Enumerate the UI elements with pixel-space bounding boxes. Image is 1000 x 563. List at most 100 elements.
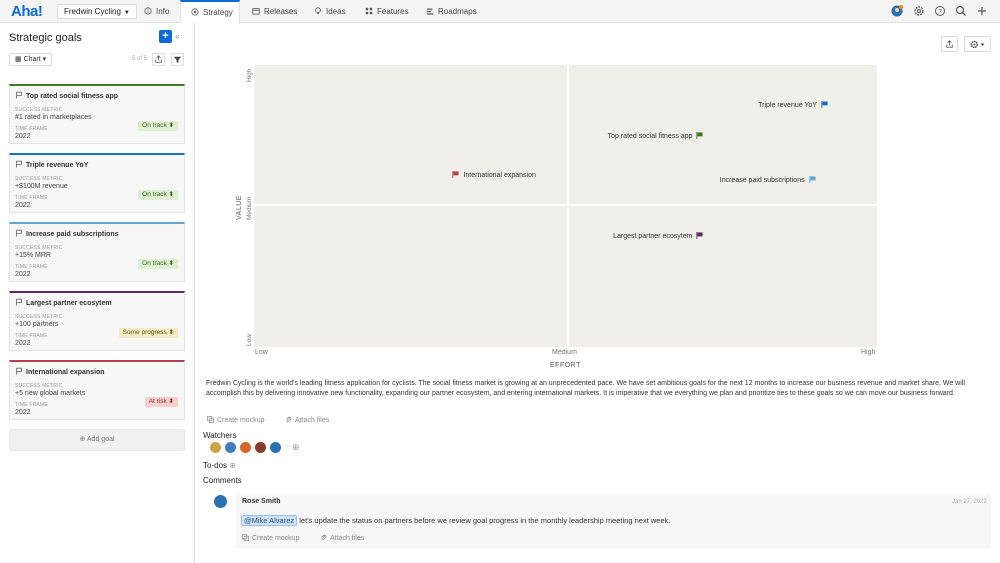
tab-features[interactable]: Features [365, 0, 409, 23]
chart-point-label: International expansion [463, 172, 536, 180]
goal-metric: +100 partners [15, 321, 59, 328]
collapse-icon[interactable]: « [175, 31, 180, 41]
goal-metric: #1 rated in marketplaces [15, 114, 92, 121]
workspace-selector[interactable]: Fredwin Cycling ▼ [57, 4, 137, 19]
mockup-icon [242, 534, 249, 541]
x-tick-high: High [861, 349, 876, 356]
tab-label: Strategy [203, 8, 233, 17]
flag-icon [809, 175, 816, 183]
tab-info[interactable]: Info [144, 0, 169, 23]
more-watchers[interactable]: ··· [284, 443, 291, 450]
goals-sidebar: Strategic goals + « ▦ Chart ▾ 5 of 5 Top… [0, 23, 195, 563]
status-badge[interactable]: Some progress ⬍ [118, 328, 178, 338]
goal-timeframe: 2022 [15, 133, 31, 140]
chart-point[interactable]: Top rated social fitness app [607, 131, 704, 140]
tab-releases[interactable]: Releases [252, 0, 297, 23]
chart-view-icon: ▦ [15, 56, 22, 63]
share-button[interactable] [941, 36, 958, 52]
watcher-avatar[interactable] [270, 442, 281, 453]
flag-icon [16, 298, 22, 306]
gear-icon [970, 40, 985, 49]
y-tick-high: High [246, 68, 253, 82]
paperclip-icon [321, 534, 327, 541]
watcher-avatar[interactable] [225, 442, 236, 453]
x-tick-medium: Medium [552, 349, 577, 356]
tab-ideas[interactable]: Ideas [314, 0, 346, 23]
aha-logo[interactable]: Aha! [11, 3, 43, 20]
info-icon [144, 7, 152, 15]
chart-point[interactable]: Largest partner ecosytem [613, 232, 704, 240]
comment-text: let's update the status on partners befo… [299, 516, 671, 525]
tab-strategy[interactable]: Strategy [180, 0, 240, 24]
tab-label: Ideas [326, 7, 346, 16]
user-avatar-icon[interactable] [891, 5, 903, 17]
flag-icon [452, 171, 460, 179]
export-button[interactable] [152, 53, 165, 66]
plus-icon[interactable] [976, 5, 988, 17]
attach-files-link[interactable]: Attach files [285, 416, 329, 424]
goal-name: Top rated social fitness app [26, 93, 119, 100]
strategy-description[interactable]: Fredwin Cycling is the world's leading f… [206, 379, 991, 399]
goal-count: 5 of 5 [132, 56, 148, 62]
comment-body[interactable]: @Mike Alvarez let's update the status on… [241, 515, 670, 526]
y-tick-low: Low [246, 334, 253, 346]
commenter-avatar [214, 495, 227, 508]
comment-attach-files-link[interactable]: Attach files [320, 534, 364, 542]
status-badge[interactable]: On track ⬍ [138, 259, 178, 269]
timeframe-label: TIME FRAME [15, 195, 48, 201]
goal-card[interactable]: Largest partner ecosytem SUCCESS METRIC … [9, 291, 185, 351]
flag-icon [16, 160, 22, 168]
goal-card[interactable]: International expansion SUCCESS METRIC +… [9, 360, 185, 420]
add-watcher-icon[interactable]: ⊕ [292, 442, 300, 453]
flag-icon [696, 131, 704, 139]
status-badge[interactable]: On track ⬍ [138, 190, 178, 200]
roadmap-icon [426, 8, 434, 15]
plot-divider-vertical [567, 65, 569, 347]
status-badge[interactable]: On track ⬍ [138, 121, 178, 131]
chart-point[interactable]: International expansion [452, 171, 536, 180]
create-mockup-link[interactable]: Create mockup [207, 416, 264, 424]
help-icon[interactable]: ? [934, 5, 946, 17]
goal-card[interactable]: Increase paid subscriptions SUCCESS METR… [9, 222, 185, 282]
gear-icon[interactable] [913, 5, 925, 17]
todos-label: To-dos [203, 461, 228, 470]
todos-title[interactable]: To-dos ⊕ [203, 461, 236, 470]
flag-icon [821, 100, 828, 108]
comment-author[interactable]: Rose Smith [242, 498, 281, 505]
watcher-avatar[interactable] [255, 442, 266, 453]
chart-point-label: Triple revenue YoY [758, 101, 818, 109]
chart-point-label: Top rated social fitness app [607, 132, 693, 140]
paperclip-icon [286, 416, 292, 423]
tab-label: Features [377, 7, 409, 16]
timeframe-label: TIME FRAME [15, 126, 48, 132]
tab-label: Releases [264, 7, 298, 16]
share-icon [155, 55, 162, 63]
add-todo-icon[interactable]: ⊕ [229, 461, 236, 470]
view-selector[interactable]: ▦ Chart ▾ [9, 53, 53, 66]
goal-card[interactable]: Triple revenue YoY SUCCESS METRIC +$100M… [9, 153, 185, 213]
tab-roadmaps[interactable]: Roadmaps [426, 0, 477, 23]
add-goal-button[interactable]: + [159, 30, 172, 43]
add-goal-link[interactable]: ⊕ Add goal [9, 429, 185, 451]
watcher-avatar[interactable] [240, 442, 251, 453]
goal-card[interactable]: Top rated social fitness app SUCCESS MET… [9, 84, 185, 144]
comment-create-mockup-link[interactable]: Create mockup [242, 534, 299, 542]
filter-button[interactable] [171, 53, 184, 66]
watcher-avatar[interactable] [210, 442, 221, 453]
goal-name: International expansion [26, 369, 105, 376]
search-icon[interactable] [955, 5, 967, 17]
add-goal-label: Add goal [86, 436, 115, 443]
settings-dropdown[interactable] [964, 36, 991, 52]
share-icon [946, 40, 953, 48]
chart-point[interactable]: Triple revenue YoY [758, 100, 828, 109]
comment-date: Jan 27, 2022 [952, 499, 987, 505]
goal-metric: +15% MRR [15, 252, 51, 259]
flag-icon [16, 91, 22, 99]
attach-files-label: Attach files [330, 535, 365, 542]
user-mention[interactable]: @Mike Alvarez [241, 515, 298, 526]
chart-point[interactable]: Increase paid subscriptions [720, 175, 816, 184]
plot-divider-horizontal [254, 204, 877, 206]
attach-files-label: Attach files [295, 417, 330, 424]
status-badge[interactable]: At risk ⬍ [144, 397, 178, 407]
x-axis-title: EFFORT [550, 362, 581, 369]
